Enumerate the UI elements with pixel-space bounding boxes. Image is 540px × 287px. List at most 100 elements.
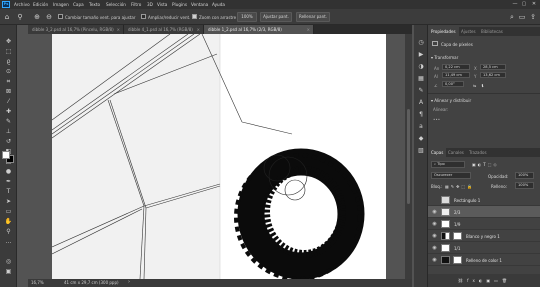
flip-horizontal-icon[interactable]: ⇋ <box>473 83 476 88</box>
menu-archivo[interactable]: Archivo <box>14 2 30 7</box>
angle-field[interactable]: 0,00° <box>442 81 464 87</box>
fill-screen-button[interactable]: Rellenar pant. <box>296 12 330 22</box>
eye-icon[interactable]: ◉ <box>431 233 438 239</box>
brush-tool-icon[interactable]: ✎ <box>4 118 13 126</box>
eye-icon[interactable]: ◉ <box>431 245 438 251</box>
zoom-tool-icon[interactable]: ⚲ <box>4 228 13 236</box>
menu-texto[interactable]: Texto <box>89 2 100 7</box>
tab-dibble-3-2[interactable]: dibble 3_2.psd al 16,7% (Pincelu, RGB/8)… <box>28 25 124 34</box>
menu-seleccion[interactable]: Selección <box>106 2 126 7</box>
screen-mode-icon[interactable]: ▣ <box>4 268 13 276</box>
brushes-icon[interactable]: ✎ <box>417 87 425 95</box>
document-canvas[interactable] <box>52 34 386 279</box>
eye-icon[interactable]: ◉ <box>431 209 438 215</box>
menu-capa[interactable]: Capa <box>73 2 84 7</box>
share-icon[interactable]: ⇪ <box>529 13 537 21</box>
workspace-icon[interactable]: ▭ <box>518 13 526 21</box>
menu-ventana[interactable]: Ventana <box>191 2 208 7</box>
menu-ayuda[interactable]: Ayuda <box>212 2 225 7</box>
tab-dibble-1-2[interactable]: dibble 1_2.psd al 16,7% (2/3, RGB/8) × <box>204 25 314 34</box>
flip-vertical-icon[interactable]: ⥮ <box>481 83 484 88</box>
close-tab-icon[interactable]: × <box>197 25 200 34</box>
y-field[interactable]: 13,62 cm <box>480 72 506 78</box>
character-icon[interactable]: A <box>417 99 425 107</box>
zoom-level[interactable]: 16,7% <box>31 281 44 285</box>
vertical-scrollbar[interactable] <box>405 34 412 279</box>
shapes-icon[interactable]: ◆ <box>417 135 425 143</box>
marquee-tool-icon[interactable]: ⬚ <box>4 48 13 56</box>
tab-propiedades[interactable]: Propiedades <box>428 27 459 36</box>
tab-capas[interactable]: Capas <box>428 148 447 157</box>
eye-icon[interactable]: ◉ <box>431 257 438 263</box>
menu-filtro[interactable]: Filtro <box>131 2 141 7</box>
frame-tool-icon[interactable]: ⊠ <box>4 88 13 96</box>
layer-row[interactable]: ◉ Relleno de color 1 <box>428 254 540 266</box>
layer-row[interactable]: ◉ 1/9 <box>428 218 540 230</box>
more-tools-icon[interactable]: … <box>4 238 13 246</box>
actions-icon[interactable]: ▶ <box>417 51 425 59</box>
search-icon[interactable]: ⌕ <box>508 13 516 21</box>
eye-icon[interactable]: ◉ <box>431 221 438 227</box>
foreground-color-swatch[interactable] <box>2 151 10 159</box>
layer-row[interactable]: Rectángulo 1 <box>428 194 540 206</box>
zoom-in-icon[interactable]: ⊕ <box>33 13 41 21</box>
scrubby-zoom-checkbox[interactable] <box>192 14 197 19</box>
resize-windows-checkbox[interactable] <box>58 14 63 19</box>
height-field[interactable]: 11,49 cm <box>442 72 470 78</box>
rectangle-tool-icon[interactable]: ▭ <box>4 208 13 216</box>
more-options-icon[interactable]: ••• <box>433 117 440 122</box>
clone-stamp-icon[interactable]: ⊥ <box>4 128 13 136</box>
menu-vista[interactable]: Vista <box>157 2 167 7</box>
close-tab-icon[interactable]: × <box>307 25 310 34</box>
hand-tool-icon[interactable]: ✋ <box>4 218 13 226</box>
filter-icons[interactable]: ▣◐T⬚◇ <box>472 162 499 167</box>
align-header[interactable]: ▾ Alinear y distribuir <box>431 98 471 103</box>
x-field[interactable]: 28,5 cm <box>480 64 506 70</box>
tab-dibble-4-1[interactable]: dibble 4_1.psd al 16,7% (RGB/8) × <box>124 25 204 34</box>
scrollbar-thumb[interactable] <box>407 109 410 204</box>
visibility-off[interactable] <box>431 197 438 203</box>
tab-trazados[interactable]: Trazados <box>466 148 490 157</box>
color-icon[interactable]: ◑ <box>417 63 425 71</box>
blend-mode-select[interactable]: Oscurecer <box>431 172 471 179</box>
history-icon[interactable]: ◷ <box>417 39 425 47</box>
healing-brush-icon[interactable]: ✚ <box>4 108 13 116</box>
layer-row[interactable]: ◉ Blanco y negro 1 <box>428 230 540 242</box>
pen-tool-icon[interactable]: ✒ <box>4 178 13 186</box>
maximize-icon[interactable]: ▢ <box>520 1 528 8</box>
fill-field[interactable]: 100% <box>515 182 534 189</box>
lock-icons[interactable]: ▦✎✥⬚🔒 <box>445 184 474 189</box>
zoom-tool-icon[interactable]: ⚲ <box>16 13 24 21</box>
close-window-icon[interactable]: ✕ <box>530 1 538 8</box>
crop-tool-icon[interactable]: ⌗ <box>4 78 13 86</box>
menu-plugins[interactable]: Plugins <box>172 2 187 7</box>
layer-actions-icons[interactable]: ⛓fx◐▣▭🗑 <box>458 278 511 283</box>
dodge-tool-icon[interactable]: ● <box>4 168 13 176</box>
layer-kind-filter[interactable]: ⌕ Tipo <box>431 161 465 168</box>
opacity-field[interactable]: 100% <box>515 172 534 179</box>
swatches-icon[interactable]: ▦ <box>417 75 425 83</box>
transform-header[interactable]: ▾ Transformar <box>431 55 458 60</box>
zoom-out-icon[interactable]: ⊖ <box>45 13 53 21</box>
zoom-all-checkbox[interactable] <box>141 14 146 19</box>
move-tool-icon[interactable]: ✥ <box>4 38 13 46</box>
tab-bibliotecas[interactable]: Bibliotecas <box>478 27 506 36</box>
width-field[interactable]: 0,22 cm <box>442 64 470 70</box>
tab-canales[interactable]: Canales <box>445 148 467 157</box>
paragraph-icon[interactable]: ¶ <box>417 111 425 119</box>
lasso-tool-icon[interactable]: ϱ <box>4 58 13 66</box>
fit-screen-button[interactable]: Ajustar pant. <box>260 12 292 22</box>
path-selection-icon[interactable]: ➤ <box>4 198 13 206</box>
menu-imagen[interactable]: Imagen <box>53 2 69 7</box>
tab-ajustes[interactable]: Ajustes <box>458 27 479 36</box>
status-arrow-icon[interactable]: › <box>128 280 130 285</box>
minimize-icon[interactable]: — <box>511 1 519 8</box>
quick-mask-icon[interactable]: ◎ <box>4 258 13 266</box>
glyphs-icon[interactable]: a <box>417 123 425 131</box>
layer-row[interactable]: ◉ 1/1 <box>428 242 540 254</box>
quick-selection-icon[interactable]: ⊙ <box>4 68 13 76</box>
eyedropper-icon[interactable]: ⁄ <box>4 98 13 106</box>
type-tool-icon[interactable]: T <box>4 188 13 196</box>
zoom-value-button[interactable]: 100% <box>237 12 257 22</box>
menu-edicion[interactable]: Edición <box>33 2 48 7</box>
